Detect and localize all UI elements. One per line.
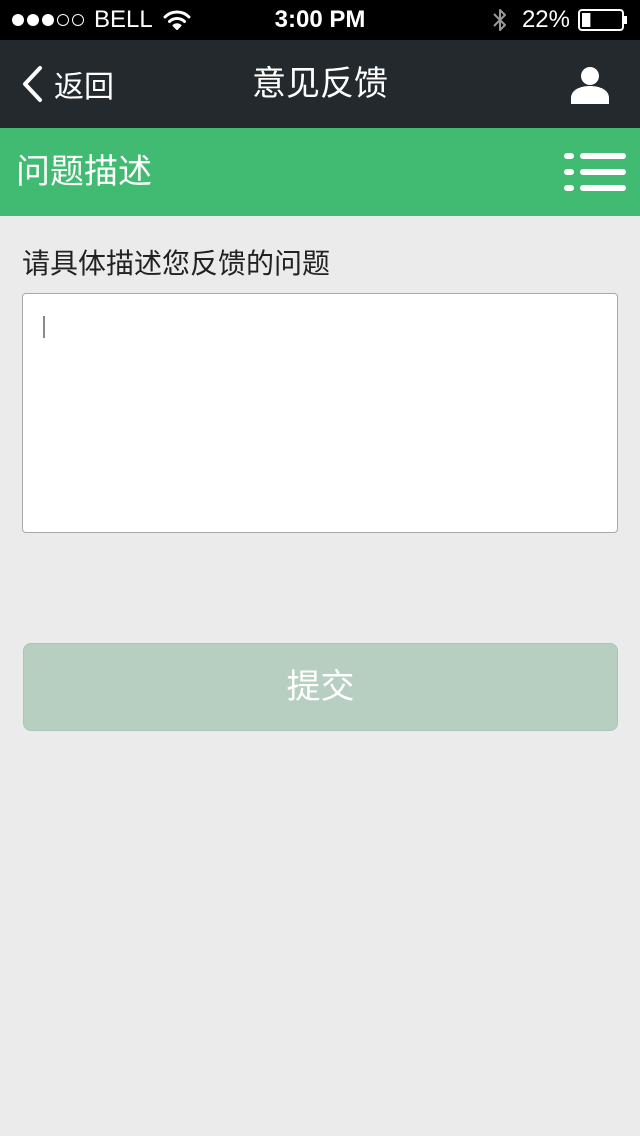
bluetooth-icon (493, 9, 506, 31)
user-icon[interactable] (570, 64, 610, 104)
list-menu-icon[interactable] (564, 152, 626, 192)
back-label: 返回 (54, 70, 114, 105)
section-title: 问题描述 (16, 152, 152, 192)
battery-percentage: 22% (521, 6, 570, 33)
battery-icon (578, 9, 627, 31)
feedback-textarea[interactable] (22, 293, 618, 533)
status-right: 22% (492, 0, 628, 40)
submit-button[interactable]: 提交 (23, 643, 618, 731)
chevron-left-icon (23, 66, 42, 102)
navigation-bar: 返回 意见反馈 (0, 40, 640, 128)
text-cursor (43, 316, 45, 338)
section-header: 问题描述 (0, 128, 640, 216)
status-bar: BELL 3:00 PM 22% (0, 0, 640, 40)
back-button[interactable]: 返回 (20, 40, 114, 128)
feedback-prompt-label: 请具体描述您反馈的问题 (22, 247, 331, 280)
page-title: 意见反馈 (252, 64, 388, 104)
